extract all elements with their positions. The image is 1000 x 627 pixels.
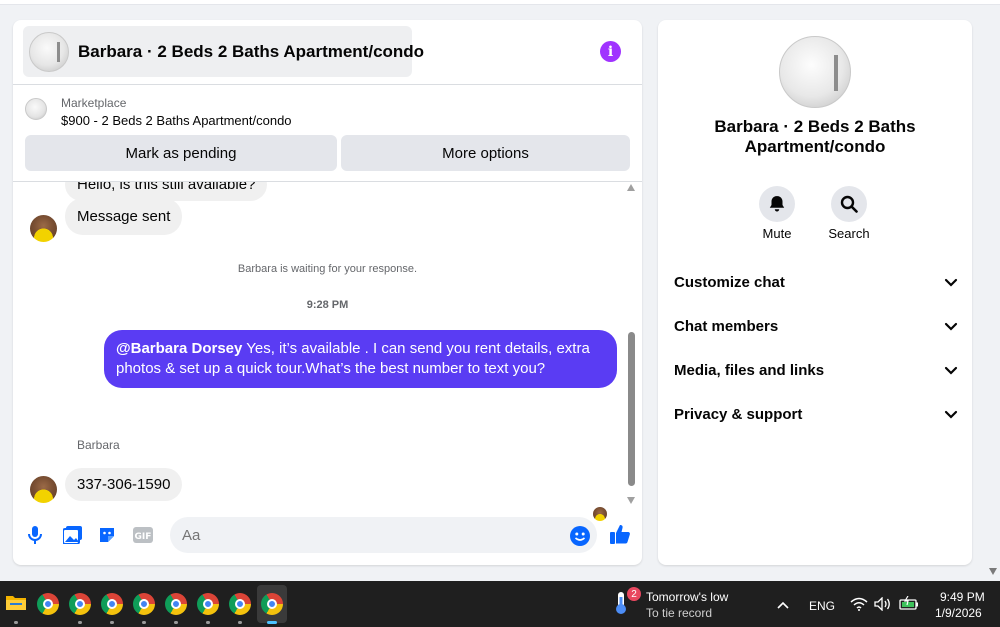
chevron-down-icon	[944, 410, 958, 419]
waiting-notice: Barbara is waiting for your response.	[237, 263, 418, 275]
composer: GIF	[13, 512, 642, 565]
sender-avatar-2	[30, 476, 57, 503]
gif-icon[interactable]: GIF	[133, 526, 153, 544]
sender-avatar	[30, 215, 57, 242]
language-indicator[interactable]: ENG	[809, 599, 835, 613]
menu-label: Media, files and links	[674, 361, 825, 379]
running-indicator	[14, 621, 18, 624]
mute-button[interactable]	[759, 186, 795, 222]
menu-label: Customize chat	[674, 273, 785, 291]
chrome-icon[interactable]	[197, 593, 219, 615]
chrome-icon[interactable]	[37, 593, 59, 615]
active-indicator	[267, 621, 277, 624]
menu-media-files-links[interactable]: Media, files and links	[674, 358, 958, 382]
menu-privacy-support[interactable]: Privacy & support	[674, 402, 958, 426]
message-input[interactable]	[170, 517, 597, 553]
more-options-button[interactable]: More options	[341, 135, 630, 171]
battery-icon[interactable]	[899, 595, 919, 610]
scroll-thumb[interactable]	[628, 332, 635, 486]
volume-icon[interactable]	[874, 596, 892, 612]
listing-avatar	[29, 31, 69, 72]
menu-chat-members[interactable]: Chat members	[674, 314, 958, 338]
weather-title[interactable]: Tomorrow's low	[646, 590, 728, 604]
running-indicator	[238, 621, 242, 624]
chrome-icon[interactable]	[261, 593, 283, 615]
microphone-icon[interactable]	[26, 525, 44, 545]
weather-subtitle: To tie record	[646, 606, 713, 620]
running-indicator	[78, 621, 82, 624]
chat-title: Barbara · 2 Beds 2 Baths Apartment/condo	[78, 41, 425, 61]
running-indicator	[142, 621, 146, 624]
chrome-icon[interactable]	[165, 593, 187, 615]
file-explorer-icon[interactable]	[6, 593, 28, 615]
scroll-down-arrow[interactable]	[627, 497, 635, 504]
message-bubble-phone: 337-306-1590	[65, 468, 183, 501]
clock-time[interactable]: 9:49 PM	[940, 590, 985, 604]
conversation-name: Barbara · 2 Beds 2 Baths Apartment/condo	[714, 117, 916, 156]
conversation-avatar[interactable]	[779, 36, 851, 108]
message-scrollbar[interactable]	[627, 184, 637, 504]
clock-date[interactable]: 1/9/2026	[935, 606, 982, 620]
chrome-icon[interactable]	[133, 593, 155, 615]
listing-source: Marketplace	[61, 96, 127, 110]
sender-name: Barbara	[77, 438, 120, 452]
chevron-down-icon	[944, 278, 958, 287]
scroll-up-arrow[interactable]	[627, 184, 635, 191]
taskbar: 2 Tomorrow's low To tie record ENG 9:49 …	[0, 581, 1000, 627]
like-thumbs-up-icon[interactable]	[609, 523, 631, 545]
message-timestamp: 9:28 PM	[306, 299, 349, 311]
chrome-icon[interactable]	[101, 593, 123, 615]
listing-card: Marketplace $900 - 2 Beds 2 Baths Apartm…	[13, 84, 642, 182]
menu-label: Chat members	[674, 317, 779, 335]
photo-icon[interactable]	[62, 525, 82, 545]
message-list[interactable]: Hello, is this still available? Message …	[13, 168, 642, 521]
chevron-down-icon	[944, 366, 958, 375]
wifi-icon[interactable]	[850, 597, 868, 611]
running-indicator	[110, 621, 114, 624]
running-indicator	[206, 621, 210, 624]
listing-price-title[interactable]: $900 - 2 Beds 2 Baths Apartment/condo	[61, 113, 292, 128]
running-indicator	[174, 621, 178, 624]
mark-as-pending-button[interactable]: Mark as pending	[25, 135, 337, 171]
chevron-up-icon[interactable]	[776, 597, 790, 609]
bell-icon	[769, 196, 785, 212]
notification-badge: 2	[627, 587, 641, 601]
menu-customize-chat[interactable]: Customize chat	[674, 270, 958, 294]
chat-panel: Barbara · 2 Beds 2 Baths Apartment/condo…	[13, 20, 642, 565]
mute-label: Mute	[762, 226, 792, 241]
chrome-icon[interactable]	[229, 593, 251, 615]
listing-thumbnail	[25, 98, 47, 120]
chevron-down-icon	[944, 322, 958, 331]
mention[interactable]: @Barbara Dorsey	[116, 340, 242, 357]
search-label: Search	[828, 226, 870, 241]
info-icon[interactable]: i	[600, 41, 621, 62]
svg-text:GIF: GIF	[135, 532, 152, 542]
conversation-details-panel: Barbara · 2 Beds 2 Baths Apartment/condo…	[658, 20, 972, 565]
emoji-icon[interactable]	[569, 525, 590, 546]
top-bar	[0, 0, 1000, 5]
page-scroll-down-arrow[interactable]	[989, 568, 997, 575]
search-icon	[840, 195, 858, 213]
chrome-icon[interactable]	[69, 593, 91, 615]
outgoing-message-bubble: @Barbara Dorsey Yes, it’s available . I …	[104, 330, 617, 388]
sticker-icon[interactable]	[97, 525, 117, 545]
search-button[interactable]	[831, 186, 867, 222]
message-bubble-sent: Message sent	[65, 198, 183, 235]
chat-header[interactable]: Barbara · 2 Beds 2 Baths Apartment/condo	[23, 26, 424, 77]
menu-label: Privacy & support	[674, 405, 803, 423]
